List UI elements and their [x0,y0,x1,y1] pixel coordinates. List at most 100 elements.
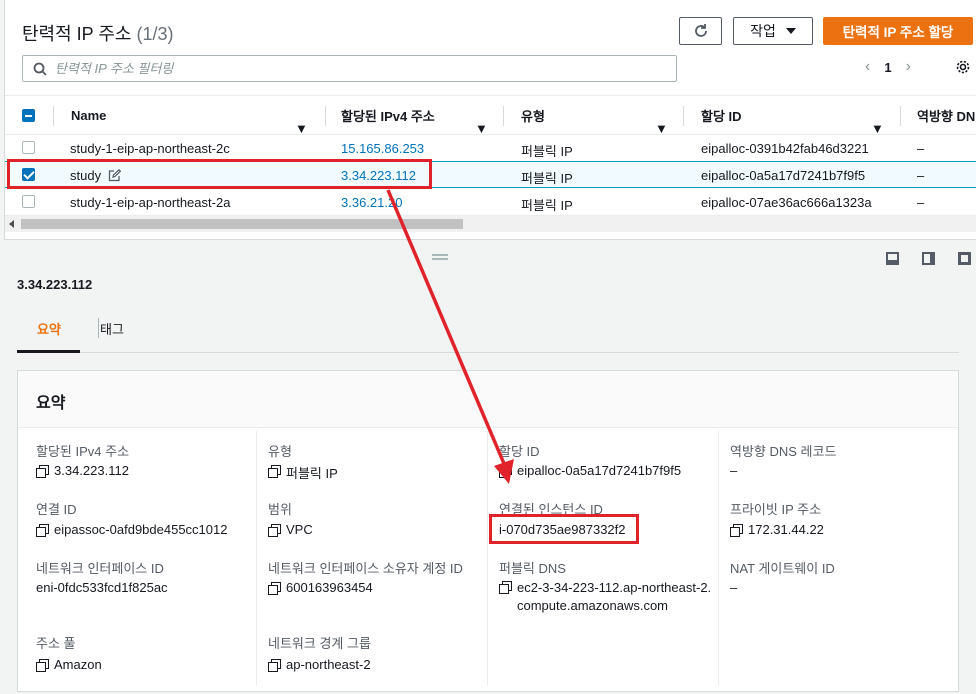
type-text: 퍼블릭 IP [286,466,338,481]
caret-down-icon [785,28,796,34]
copy-icon[interactable] [499,581,512,594]
border-group-label: 네트워크 경계 그룹 [268,636,371,651]
public-dns-text: ec2-3-34-223-112.ap-northeast-2.compute.… [517,580,712,613]
column-header-reverse-dns[interactable]: 역방향 DN [917,96,975,134]
row-allocation-id: eipalloc-0391b42fab46d3221 [701,141,869,156]
column-name-label: Name [71,107,107,123]
gear-icon[interactable] [955,59,971,75]
scope-label: 범위 [268,502,292,517]
elastic-ip-list-panel: 탄력적 IP 주소 (1/3) 작업 탄력적 IP 주소 할당 ‹ 1 › Na… [4,0,976,240]
scope-value: VPC [268,522,313,537]
copy-icon[interactable] [36,465,49,478]
column-divider [503,106,504,126]
column-header-ipv4[interactable]: 할당된 IPv4 주소 [341,96,435,134]
allocate-eip-button[interactable]: 탄력적 IP 주소 할당 [823,17,973,45]
column-ipv4-label: 할당된 IPv4 주소 [341,108,435,124]
public-dns-label: 퍼블릭 DNS [499,561,566,576]
allocation-id-value: eipalloc-0a5a17d7241b7f9f5 [499,463,681,478]
column-divider [53,106,54,126]
copy-icon[interactable] [499,465,512,478]
refresh-button[interactable] [679,17,722,45]
chevron-left-icon[interactable]: ‹ [865,58,870,76]
scope-text: VPC [286,522,313,537]
column-header-type[interactable]: 유형 [521,96,545,134]
eni-owner-value: 600163963454 [268,580,373,595]
eni-owner-label: 네트워크 인터페이스 소유자 계정 ID [268,561,463,576]
summary-title: 요약 [36,395,66,412]
filter-input[interactable] [55,61,635,76]
pagination: ‹ 1 › [865,58,911,76]
row-checkbox[interactable] [22,195,35,208]
page-title: 탄력적 IP 주소 (1/3) [22,20,174,46]
copy-icon[interactable] [268,582,281,595]
row-reverse-dns: – [917,141,925,156]
address-pool-text: Amazon [54,657,102,672]
border-group-text: ap-northeast-2 [286,657,371,672]
row-name: study-1-eip-ap-northeast-2a [70,195,231,210]
copy-icon[interactable] [268,524,281,537]
column-allocation-label: 할당 ID [701,108,742,124]
allocation-id-label: 할당 ID [499,444,540,459]
copy-icon[interactable] [730,524,743,537]
ipv4-text: 3.34.223.112 [54,463,129,478]
private-ip-value: 172.31.44.22 [730,522,824,537]
table-header: Name ▼ 할당된 IPv4 주소 ▼ 유형 ▼ 할당 ID ▼ 역방향 DN [5,95,976,136]
summary-container: 요약 할당된 IPv4 주소 3.34.223.112 연결 ID eipass… [17,370,959,692]
row-type: 퍼블릭 IP [521,198,573,213]
association-id-text: eipassoc-0afd9bde455cc1012 [54,522,228,537]
copy-icon[interactable] [36,524,49,537]
tab-summary[interactable]: 요약 [37,319,61,338]
column-divider [256,431,257,685]
private-ip-label: 프라이빗 IP 주소 [730,502,822,517]
column-divider [900,106,901,126]
nat-gateway-label: NAT 게이트웨이 ID [730,561,835,576]
public-dns-value: ec2-3-34-223-112.ap-northeast-2.compute.… [499,579,714,615]
table-row[interactable]: study-1-eip-ap-northeast-2a 3.36.21.20 퍼… [5,189,976,216]
copy-icon[interactable] [36,659,49,672]
column-divider [325,106,326,126]
chevron-right-icon[interactable]: › [906,58,911,76]
row-reverse-dns: – [917,168,925,183]
scrollbar-thumb[interactable] [21,219,463,229]
row-allocation-id: eipalloc-0a5a17d7241b7f9f5 [701,168,866,183]
scroll-left-icon[interactable] [9,220,14,228]
row-ipv4-link[interactable]: 3.36.21.20 [341,195,402,210]
ipv4-label: 할당된 IPv4 주소 [36,444,130,459]
row-type: 퍼블릭 IP [521,171,573,186]
eni-label: 네트워크 인터페이스 ID [36,561,164,576]
row-checkbox[interactable] [22,141,35,154]
detail-title: 3.34.223.112 [17,277,93,292]
column-header-allocation-id[interactable]: 할당 ID [701,96,742,134]
reverse-dns-label: 역방향 DNS 레코드 [730,444,837,459]
column-divider [683,106,684,126]
table-row[interactable]: study-1-eip-ap-northeast-2c 15.165.86.25… [5,135,976,162]
refresh-icon [694,24,707,37]
page-number[interactable]: 1 [884,60,891,75]
actions-button[interactable]: 작업 [733,17,813,45]
column-divider [487,431,488,685]
private-ip-text: 172.31.44.22 [748,522,824,537]
list-title-text: 탄력적 IP 주소 [22,24,132,44]
column-header-name[interactable]: Name [71,96,106,134]
nat-gateway-value: – [730,580,738,595]
panel-layout-icon[interactable] [958,252,971,265]
type-value: 퍼블릭 IP [268,463,338,482]
selection-count: (1/3) [136,24,174,44]
copy-icon[interactable] [268,465,281,478]
copy-icon[interactable] [268,659,281,672]
horizontal-scrollbar[interactable] [5,216,976,232]
panel-layout-icon[interactable] [922,252,935,265]
tab-tags[interactable]: 태그 [100,319,124,338]
address-pool-value: Amazon [36,657,102,672]
ipv4-value: 3.34.223.112 [36,463,129,478]
allocation-id-text: eipalloc-0a5a17d7241b7f9f5 [517,463,682,478]
tab-divider [98,318,99,338]
split-handle-icon[interactable] [432,254,448,260]
eni-link[interactable]: eni-0fdc533fcd1f825ac [36,580,168,595]
panel-layout-icon[interactable] [886,252,899,265]
type-label: 유형 [268,444,292,459]
row-ipv4-link[interactable]: 15.165.86.253 [341,141,424,156]
column-divider [718,431,719,685]
select-all-checkbox[interactable] [22,109,35,122]
row-type: 퍼블릭 IP [521,144,573,159]
